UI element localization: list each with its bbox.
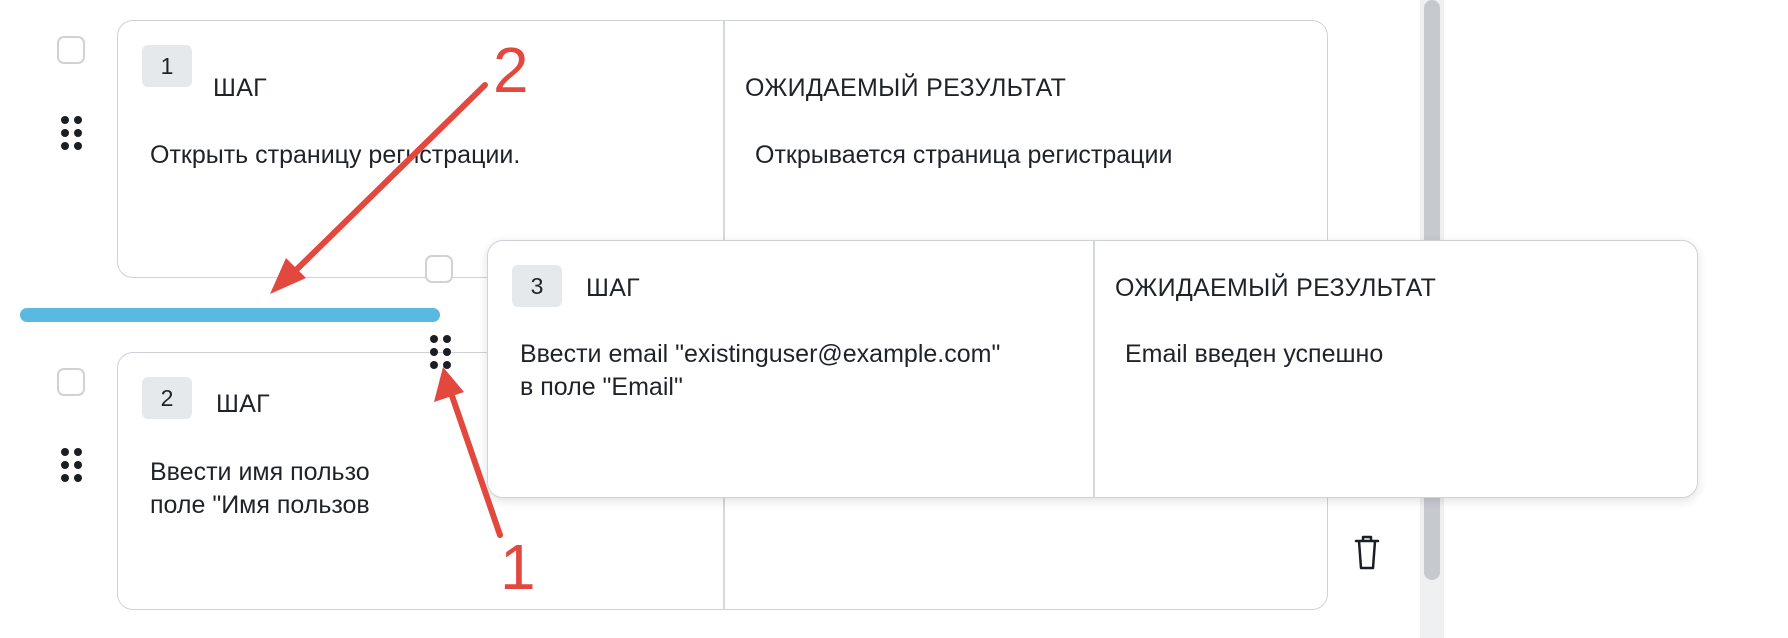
annotation-label-1: 1 <box>500 531 536 603</box>
annotation-label-2: 2 <box>493 34 529 106</box>
annotation-arrow-1 <box>447 387 503 538</box>
arrowhead-icon <box>434 367 464 402</box>
annotation-arrow-2 <box>287 82 488 279</box>
annotation-arrows <box>270 82 503 538</box>
